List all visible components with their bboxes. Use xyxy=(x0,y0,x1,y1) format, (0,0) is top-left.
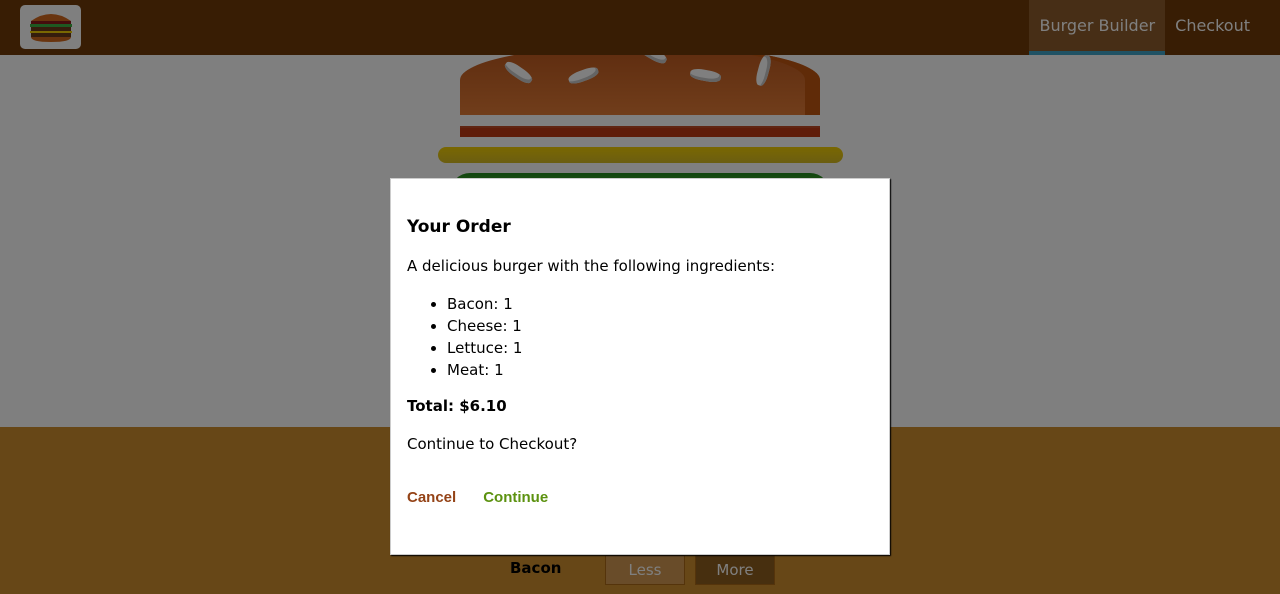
modal-buttons: Cancel Continue xyxy=(407,489,873,506)
order-total: Total: $6.10 xyxy=(407,397,507,415)
list-item: Cheese: 1 xyxy=(447,315,873,337)
ingredient-list: Bacon: 1 Cheese: 1 Lettuce: 1 Meat: 1 xyxy=(447,293,873,381)
cancel-button[interactable]: Cancel xyxy=(407,489,456,506)
list-item: Meat: 1 xyxy=(447,359,873,381)
list-item: Lettuce: 1 xyxy=(447,337,873,359)
continue-button[interactable]: Continue xyxy=(483,489,548,506)
list-item: Bacon: 1 xyxy=(447,293,873,315)
order-intro: A delicious burger with the following in… xyxy=(407,257,776,275)
modal-title: Your Order xyxy=(407,217,511,237)
order-summary-modal: Your Order A delicious burger with the f… xyxy=(390,178,890,555)
checkout-question: Continue to Checkout? xyxy=(407,435,578,453)
